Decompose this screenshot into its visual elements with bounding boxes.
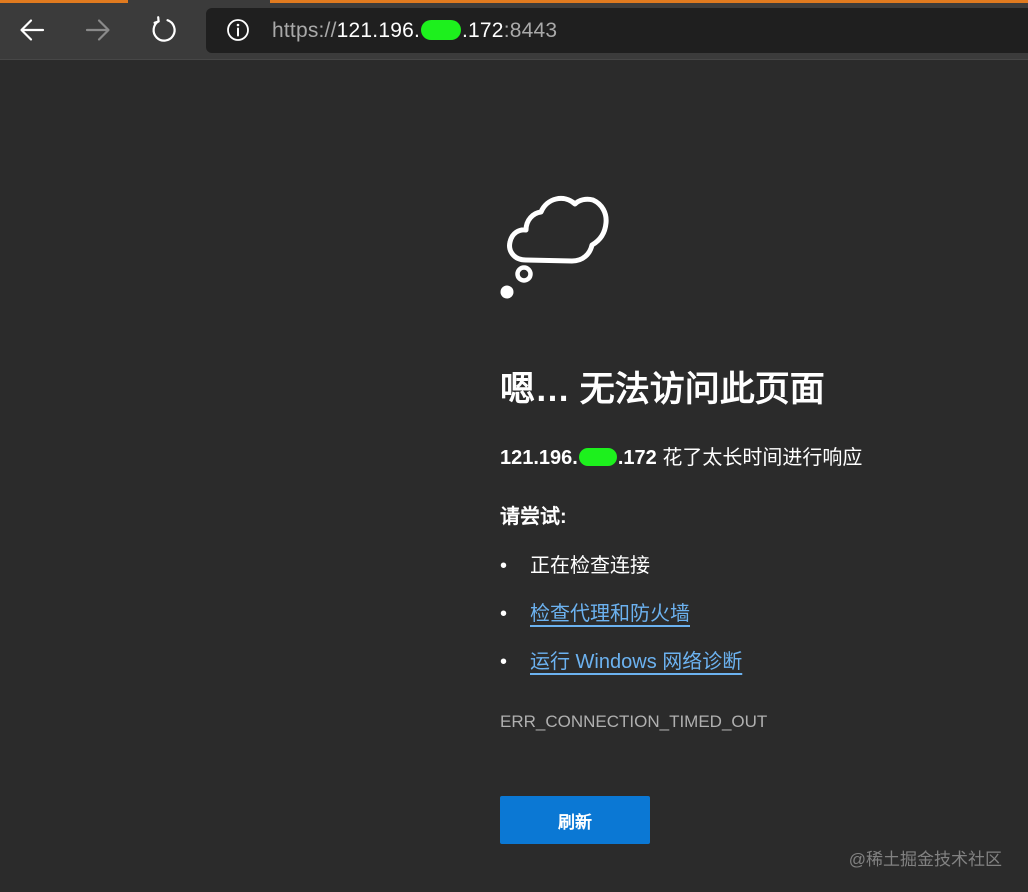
bullet: • xyxy=(500,651,508,673)
redaction-mark xyxy=(578,448,617,466)
arrow-right-icon xyxy=(85,19,110,41)
error-ip-end: .172 xyxy=(617,447,657,469)
bullet: • xyxy=(500,555,508,577)
network-diagnostics-link[interactable]: 运行 Windows 网络诊断 xyxy=(530,648,742,676)
info-icon[interactable] xyxy=(226,18,250,42)
url-host-start: 121.196. xyxy=(336,19,420,42)
error-message-text: 花了太长时间进行响应 xyxy=(656,447,863,469)
address-bar[interactable]: https://121.196. .172:8443 xyxy=(206,8,1028,53)
url-text[interactable]: https://121.196. .172:8443 xyxy=(272,19,557,43)
check-proxy-firewall-link[interactable]: 检查代理和防火墙 xyxy=(530,600,690,628)
refresh-button[interactable]: 刷新 xyxy=(500,796,650,844)
refresh-page-button[interactable] xyxy=(146,12,182,48)
thought-cloud-icon xyxy=(500,195,609,299)
error-code: ERR_CONNECTION_TIMED_OUT xyxy=(500,712,768,731)
url-port: :8443 xyxy=(503,19,558,42)
suggestion-check-connection: 正在检查连接 xyxy=(530,555,650,577)
watermark: @稀土掘金技术社区 xyxy=(848,850,1002,869)
error-ip-start: 121.196. xyxy=(500,447,578,469)
back-button[interactable] xyxy=(14,12,50,48)
error-heading: 嗯… 无法访问此页面 xyxy=(500,370,825,409)
browser-toolbar: https://121.196. .172:8443 xyxy=(0,0,1028,60)
try-label: 请尝试: xyxy=(500,506,567,528)
redaction-mark xyxy=(421,20,461,40)
tab-accent-right xyxy=(270,0,1028,3)
refresh-icon xyxy=(152,16,176,42)
url-scheme: https:// xyxy=(272,19,337,42)
bullet: • xyxy=(500,603,508,625)
error-message: 121.196. .172 花了太长时间进行响应 xyxy=(500,444,862,472)
forward-button[interactable] xyxy=(80,12,116,48)
url-host-end: .172 xyxy=(462,19,504,42)
arrow-left-icon xyxy=(20,19,45,41)
active-tab-gap xyxy=(128,0,270,3)
tab-accent-left xyxy=(0,0,128,3)
